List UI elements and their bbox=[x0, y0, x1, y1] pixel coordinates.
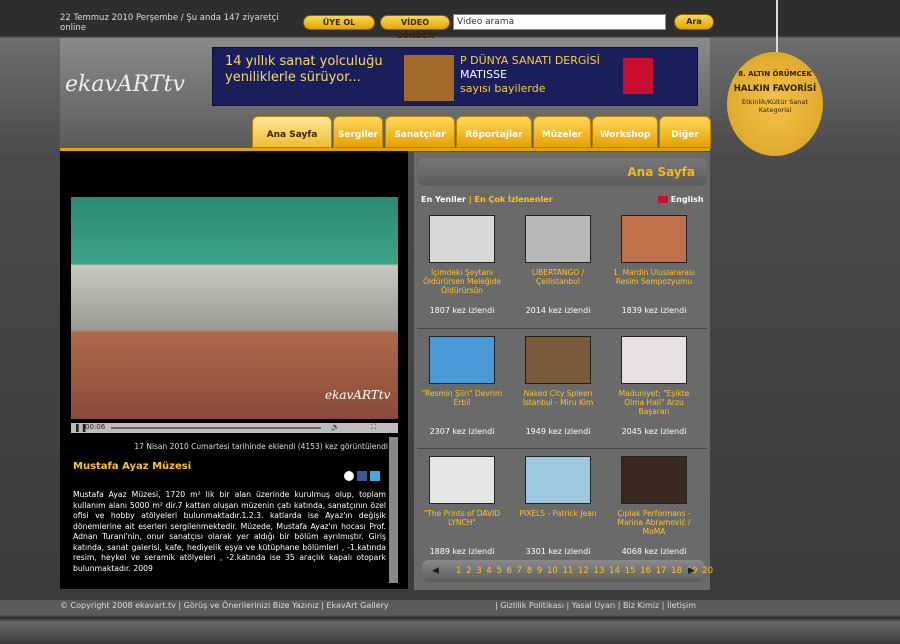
video-title: Mustafa Ayaz Müzesi bbox=[73, 461, 192, 472]
view-count: 4068 kez izlendi bbox=[621, 547, 687, 556]
tab-interviews[interactable]: Röportajlar bbox=[456, 116, 532, 148]
send-video-button[interactable]: VİDEO GÖNDER bbox=[380, 15, 450, 40]
row-separator bbox=[417, 328, 707, 329]
page-numbers[interactable]: 1 2 3 4 5 6 7 8 9 10 11 12 13 14 15 16 1… bbox=[456, 566, 713, 576]
tab-other[interactable]: Diğer bbox=[659, 116, 711, 148]
time-display: 00:06 bbox=[85, 423, 106, 431]
view-count: 1807 kez izlendi bbox=[429, 306, 495, 315]
video-item[interactable]: 1. Mardin Uluslararası Resim Sempozyumu 1… bbox=[609, 215, 699, 315]
video-thumbnail[interactable] bbox=[621, 336, 687, 384]
view-count: 2014 kez izlendi bbox=[525, 306, 591, 315]
next-arrow-icon[interactable]: ▶ bbox=[688, 566, 695, 576]
uk-flag-icon bbox=[658, 196, 668, 203]
video-item-title[interactable]: İçimdeki Şeytanı Öldürürsen Meleğide Öld… bbox=[417, 268, 507, 298]
video-item-title[interactable]: "Resmin Şiiri" Devrim Erbil bbox=[417, 389, 507, 419]
video-item-title[interactable]: "The Prints of DAVID LYNCH" bbox=[417, 509, 507, 539]
search-input[interactable] bbox=[453, 14, 666, 30]
video-watermark: ekavARTtv bbox=[325, 388, 391, 402]
site-logo[interactable]: ekavARTtv bbox=[65, 72, 205, 122]
video-thumbnail[interactable] bbox=[525, 456, 591, 504]
footer-left-links[interactable]: © Copyright 2008 ekavart.tv | Görüş ve Ö… bbox=[60, 601, 389, 610]
video-thumbnail[interactable] bbox=[525, 215, 591, 263]
video-item-title[interactable]: Naked City Spleen İstanbul - Miru Kim bbox=[513, 389, 603, 419]
video-thumbnail[interactable] bbox=[621, 456, 687, 504]
banner-text-left: 14 yıllık sanat yolculuğu yeniliklerle s… bbox=[225, 54, 383, 85]
video-item-title[interactable]: PIXELS - Patrick Jean bbox=[513, 509, 603, 539]
video-thumbnail[interactable] bbox=[429, 336, 495, 384]
volume-icon[interactable]: 🔊 bbox=[331, 423, 340, 431]
prev-arrow-icon[interactable]: ◀ bbox=[432, 566, 439, 576]
banner-image bbox=[404, 55, 454, 101]
magazine-logo bbox=[623, 58, 653, 94]
video-description: Mustafa Ayaz Müzesi, 1720 m² lik bir ala… bbox=[73, 490, 386, 573]
twitter-icon[interactable] bbox=[370, 471, 380, 481]
video-item-title[interactable]: 1. Mardin Uluslararası Resim Sempozyumu bbox=[609, 268, 699, 298]
video-item-title[interactable]: LIBERTANGO / Çellistanbul bbox=[513, 268, 603, 298]
video-item-title[interactable]: Maduniyet; "Eşikte Olma Hali" Arzu Başar… bbox=[609, 389, 699, 419]
description-scrollbar[interactable] bbox=[389, 437, 398, 583]
tab-exhibitions[interactable]: Sergiler bbox=[333, 116, 383, 148]
date-visitor-text: 22 Temmuz 2010 Perşembe / Şu anda 147 zi… bbox=[60, 13, 279, 33]
banner-text-right: P DÜNYA SANATI DERGİSİ MATISSE sayısı ba… bbox=[460, 54, 600, 95]
view-count: 2307 kez izlendi bbox=[429, 427, 495, 436]
signup-button[interactable]: ÜYE OL bbox=[303, 15, 375, 30]
footer-right-links[interactable]: | Gizlilik Politikası | Yasal Uyarı | Bi… bbox=[495, 601, 696, 610]
video-item[interactable]: Maduniyet; "Eşikte Olma Hali" Arzu Başar… bbox=[609, 336, 699, 436]
view-count: 1839 kez izlendi bbox=[621, 306, 687, 315]
filter-tabs: En Yeniler | En Çok İzlenenler bbox=[421, 195, 553, 204]
tab-workshop[interactable]: Workshop bbox=[592, 116, 658, 148]
badge-string bbox=[776, 0, 778, 52]
video-item-title[interactable]: Çıplak Performans - Marina Abramović / M… bbox=[609, 509, 699, 539]
language-switch[interactable]: English bbox=[658, 195, 704, 204]
video-thumbnail[interactable] bbox=[621, 215, 687, 263]
video-thumbnail[interactable] bbox=[429, 456, 495, 504]
view-count: 1889 kez izlendi bbox=[429, 547, 495, 556]
share-icons bbox=[344, 471, 380, 481]
tab-home[interactable]: Ana Sayfa bbox=[252, 116, 332, 148]
video-item[interactable]: "Resmin Şiiri" Devrim Erbil 2307 kez izle… bbox=[417, 336, 507, 436]
share-icon[interactable] bbox=[344, 471, 354, 481]
video-item[interactable]: İçimdeki Şeytanı Öldürürsen Meleğide Öld… bbox=[417, 215, 507, 315]
view-count: 3301 kez izlendi bbox=[525, 547, 591, 556]
award-badge[interactable]: 8. ALTIN ÖRÜMCEK HALKIN FAVORİSİ Etkinli… bbox=[727, 52, 823, 156]
tab-artists[interactable]: Sanatçılar bbox=[385, 116, 455, 148]
seek-bar[interactable] bbox=[111, 427, 321, 429]
search-button[interactable]: Ara bbox=[674, 14, 714, 30]
video-frame[interactable] bbox=[71, 197, 398, 419]
video-thumbnail[interactable] bbox=[429, 215, 495, 263]
video-thumbnail[interactable] bbox=[525, 336, 591, 384]
section-title: Ana Sayfa bbox=[418, 158, 707, 186]
player-controls[interactable]: ❚❚ 00:06 🔊 ⛶ bbox=[71, 423, 398, 433]
video-item[interactable]: "The Prints of DAVID LYNCH" 1889 kez izle… bbox=[417, 456, 507, 556]
video-description-panel: 17 Nisan 2010 Cumartesi tarihinde eklend… bbox=[71, 437, 388, 583]
video-item[interactable]: PIXELS - Patrick Jean 3301 kez izlendi bbox=[513, 456, 603, 556]
row-separator bbox=[417, 448, 707, 449]
tab-newest[interactable]: En Yeniler bbox=[421, 195, 466, 204]
tab-museums[interactable]: Müzeler bbox=[533, 116, 591, 148]
video-item[interactable]: Naked City Spleen İstanbul - Miru Kim 194… bbox=[513, 336, 603, 436]
video-date-line: 17 Nisan 2010 Cumartesi tarihinde eklend… bbox=[134, 442, 388, 451]
tab-most-viewed[interactable]: En Çok İzlenenler bbox=[475, 195, 553, 204]
view-count: 1949 kez izlendi bbox=[525, 427, 591, 436]
facebook-icon[interactable] bbox=[357, 471, 367, 481]
view-count: 2045 kez izlendi bbox=[621, 427, 687, 436]
video-item[interactable]: Çıplak Performans - Marina Abramović / M… bbox=[609, 456, 699, 556]
video-item[interactable]: LIBERTANGO / Çellistanbul 2014 kez izlend… bbox=[513, 215, 603, 315]
fullscreen-icon[interactable]: ⛶ bbox=[371, 423, 376, 432]
